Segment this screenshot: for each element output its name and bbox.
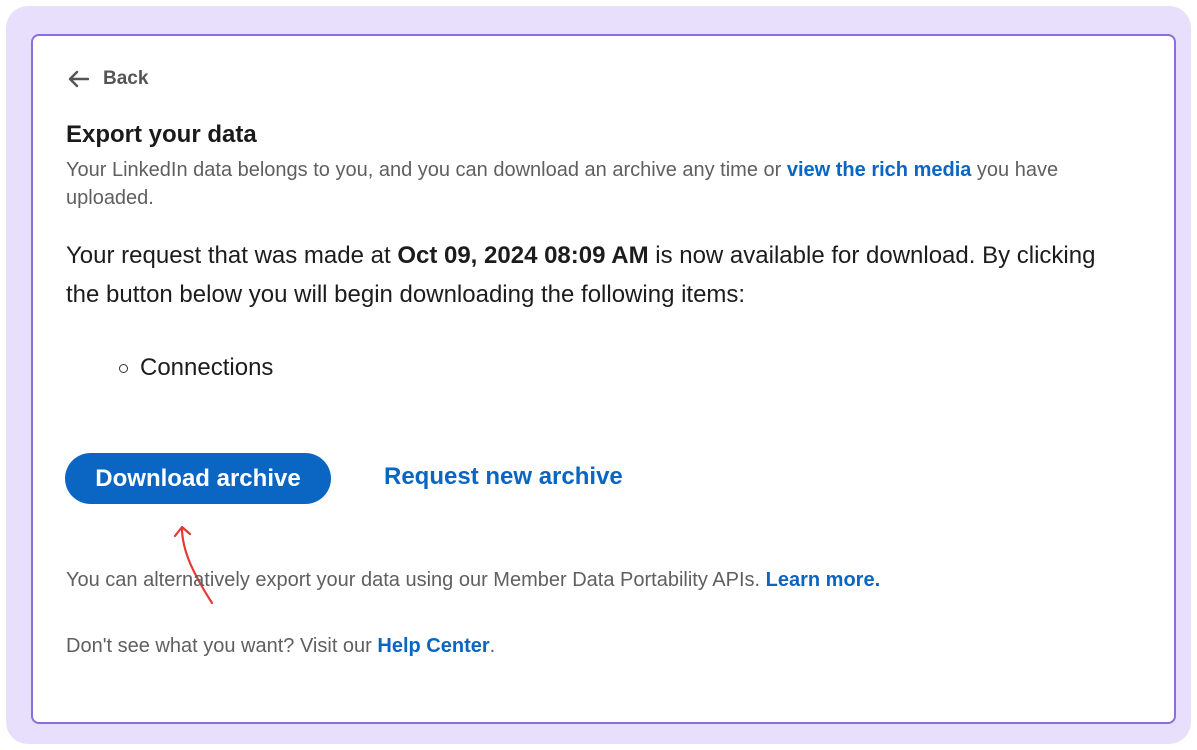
arrow-left-icon (67, 70, 89, 88)
request-datetime: Oct 09, 2024 08:09 AM (397, 242, 649, 269)
download-archive-button[interactable]: Download archive (65, 453, 331, 504)
back-button[interactable]: Back (67, 68, 148, 90)
list-item-label: Connections (140, 354, 274, 381)
hand-drawn-arrow-icon (171, 523, 221, 612)
request-new-archive-link[interactable]: Request new archive (384, 463, 623, 491)
learn-more-link[interactable]: Learn more. (766, 569, 880, 591)
help-text: Don't see what you want? Visit our Help … (66, 635, 495, 658)
request-prefix: Your request that was made at (66, 242, 398, 269)
help-center-link[interactable]: Help Center (377, 635, 489, 657)
outer-frame: Back Export your data Your LinkedIn data… (6, 6, 1191, 744)
page-title: Export your data (66, 121, 257, 148)
bullet-icon (119, 363, 128, 373)
back-label: Back (103, 68, 149, 89)
api-info-label: You can alternatively export your data u… (66, 569, 766, 591)
help-label: Don't see what you want? Visit our (66, 635, 378, 657)
request-status-text: Your request that was made at Oct 09, 20… (66, 236, 1126, 314)
help-suffix: . (489, 635, 496, 657)
description-text: Your LinkedIn data belongs to you, and y… (66, 159, 787, 181)
view-rich-media-link[interactable]: view the rich media (787, 159, 972, 181)
api-info-text: You can alternatively export your data u… (66, 569, 880, 592)
export-data-card: Back Export your data Your LinkedIn data… (31, 34, 1176, 724)
list-item: Connections (119, 354, 273, 382)
download-items-list: Connections (119, 354, 273, 382)
description: Your LinkedIn data belongs to you, and y… (66, 156, 1126, 212)
